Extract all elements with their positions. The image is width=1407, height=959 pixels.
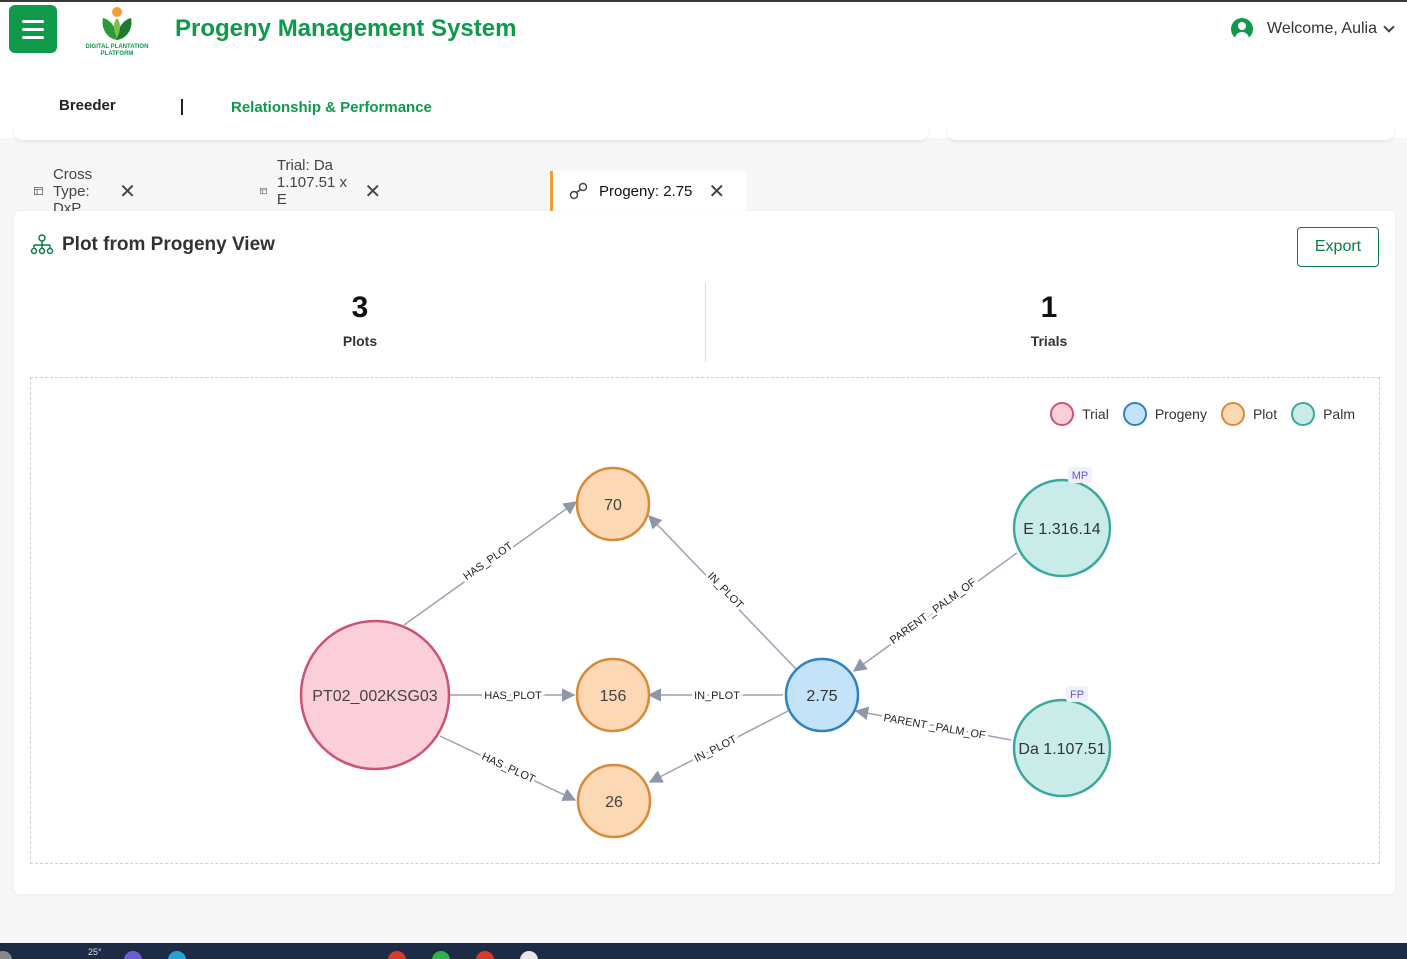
node-label: 156: [600, 688, 627, 705]
tab-progeny[interactable]: Progeny: 2.75 ✕: [550, 171, 746, 211]
badge-label: FP: [1070, 689, 1084, 701]
close-icon[interactable]: ✕: [708, 179, 725, 204]
progeny-node[interactable]: 2.75: [784, 657, 860, 733]
legend-label: Plot: [1252, 406, 1278, 422]
node-label: 70: [604, 497, 622, 514]
nav-breeder[interactable]: Breeder: [59, 97, 116, 114]
legend-item-progeny[interactable]: Progeny: [1122, 402, 1207, 426]
nav-relationship-performance[interactable]: Relationship & Performance: [231, 99, 432, 116]
app-title: Progeny Management System: [175, 15, 517, 42]
edge-label: HAS_PLOT: [461, 540, 515, 583]
legend-item-palm[interactable]: Palm: [1291, 402, 1355, 426]
node-label: 2.75: [806, 688, 837, 705]
table-icon: [260, 187, 267, 195]
tab-label: Progeny: 2.75: [599, 182, 693, 200]
menu-line: [22, 35, 44, 39]
legend-item-trial[interactable]: Trial: [1050, 402, 1109, 426]
stat-label: Plots: [342, 333, 378, 349]
taskbar-app-icon[interactable]: [124, 951, 142, 959]
trial-node[interactable]: PT02_002KSG03: [299, 619, 451, 771]
graph-legend: Trial Progeny Plot Palm: [1036, 402, 1355, 426]
legend-label: Palm: [1323, 406, 1355, 422]
edge-label: IN_PLOT: [692, 733, 739, 765]
relationship-graph[interactable]: HAS_PLOT HAS_PLOT HAS_PLOT IN_PLOT IN_PL…: [30, 377, 1380, 864]
legend-item-plot[interactable]: Plot: [1220, 402, 1278, 426]
menu-line: [22, 19, 44, 23]
legend-swatch: [1050, 402, 1075, 426]
legend-swatch: [1220, 402, 1245, 426]
stat-value: 3: [351, 291, 369, 324]
user-menu[interactable]: Welcome, Aulia: [1231, 18, 1395, 40]
stat-value: 1: [1040, 291, 1058, 324]
taskbar-app-icon[interactable]: [520, 951, 538, 959]
tab-trial[interactable]: Trial: Da 1.107.51 x E 1.316.14 ✕: [250, 157, 391, 225]
taskbar-app-icon[interactable]: [168, 951, 186, 959]
hamburger-menu-button[interactable]: [9, 5, 57, 53]
plot-from-progeny-card: Plot from Progeny View Export 3 Plots 1 …: [14, 211, 1395, 894]
export-button[interactable]: Export: [1297, 227, 1379, 267]
tab-label: Cross Type: DxP: [52, 165, 93, 217]
app-header: DIGITAL PLANTATION PLATFORM Progeny Mana…: [0, 2, 1407, 139]
tab-cross-type[interactable]: Cross Type: DxP ✕: [24, 166, 146, 217]
plot-node[interactable]: 156: [575, 657, 651, 733]
legend-label: Progeny: [1154, 406, 1207, 422]
close-icon[interactable]: ✕: [364, 179, 381, 204]
edge-label: PARENT _PALM_OF: [883, 712, 987, 742]
stat-plots: 3 Plots: [260, 291, 460, 349]
user-avatar-icon: [1231, 18, 1254, 40]
edge-label: IN_PLOT: [705, 570, 746, 612]
close-icon[interactable]: ✕: [119, 179, 136, 204]
brand-logo[interactable]: DIGITAL PLANTATION PLATFORM: [78, 4, 156, 62]
taskbar-app-icon[interactable]: [432, 951, 450, 959]
collapsed-panel-left: [14, 126, 928, 140]
node-label: 26: [605, 794, 623, 811]
card-title-text: Plot from Progeny View: [62, 234, 275, 255]
legend-label: Trial: [1082, 406, 1109, 422]
graph-nodes-icon: [569, 182, 588, 200]
graph-canvas[interactable]: HAS_PLOT HAS_PLOT HAS_PLOT IN_PLOT IN_PL…: [31, 378, 1379, 863]
chevron-down-icon: [1383, 21, 1395, 33]
taskbar-app-icon[interactable]: [0, 951, 12, 959]
card-title: Plot from Progeny View: [30, 234, 275, 256]
palm-node[interactable]: Da 1.107.51 FP: [1012, 686, 1112, 798]
menu-line: [22, 27, 44, 31]
edge-label: HAS_PLOT: [484, 690, 542, 702]
taskbar-app-icon[interactable]: [388, 951, 406, 959]
edge-label: IN_PLOT: [694, 690, 740, 702]
nav-separator: [181, 99, 183, 115]
plot-node[interactable]: 70: [575, 466, 651, 542]
os-taskbar: 25°: [0, 943, 1407, 959]
stat-trials: 1 Trials: [949, 291, 1149, 349]
graph-nodes[interactable]: PT02_002KSG03 70 156 26 2.75 E 1.316.14 …: [299, 466, 1112, 839]
hierarchy-icon: [30, 234, 54, 255]
node-label: E 1.316.14: [1023, 521, 1101, 538]
node-label: Da 1.107.51: [1018, 741, 1105, 758]
edge-label: PARENT _PALM_OF: [888, 576, 979, 647]
weather-temp: 25°: [88, 947, 102, 957]
edge-label: HAS_PLOT: [480, 751, 537, 786]
taskbar-app-icon[interactable]: [476, 951, 494, 959]
plot-node[interactable]: 26: [576, 763, 652, 839]
badge-label: MP: [1072, 470, 1089, 482]
legend-swatch: [1291, 402, 1316, 426]
legend-swatch: [1122, 402, 1147, 426]
node-label: PT02_002KSG03: [312, 688, 438, 705]
logo-text: DIGITAL PLANTATION PLATFORM: [85, 44, 149, 57]
collapsed-panel-right: [948, 126, 1394, 140]
leaf-logo-icon: [102, 7, 132, 40]
table-icon: [34, 187, 43, 195]
stat-label: Trials: [1030, 333, 1068, 349]
palm-node[interactable]: E 1.316.14 MP: [1012, 467, 1112, 578]
welcome-text: Welcome, Aulia: [1267, 20, 1377, 37]
graph-edge-labels: HAS_PLOT HAS_PLOT HAS_PLOT IN_PLOT IN_PL…: [458, 537, 989, 789]
stat-divider: [705, 283, 706, 362]
